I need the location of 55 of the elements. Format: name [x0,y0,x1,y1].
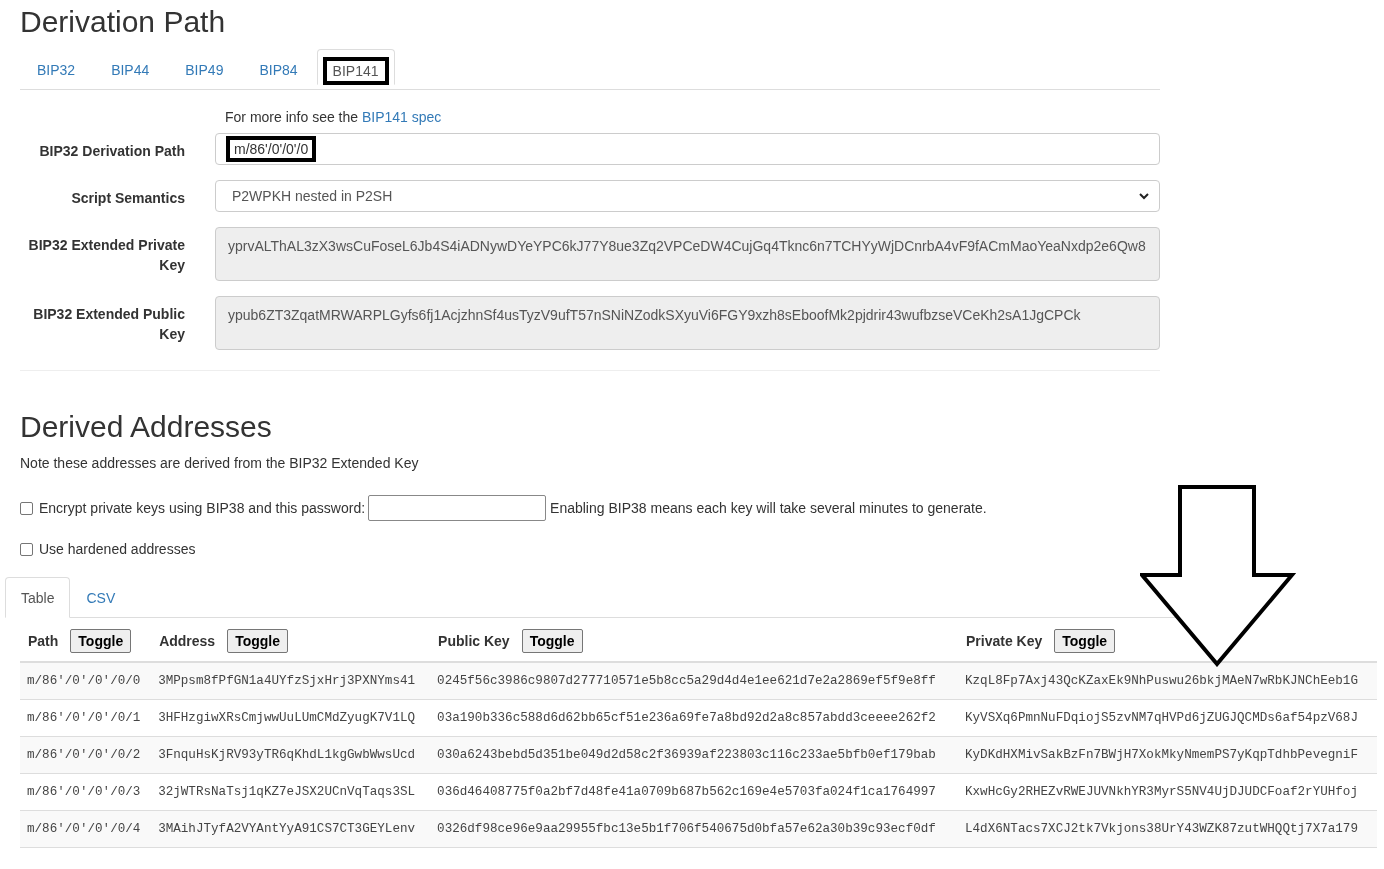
column-header: Public Key [438,633,510,649]
derivation-path-field[interactable]: m/86'/0'/0'/0 [215,133,1160,165]
view-tab[interactable]: CSV [70,577,132,617]
bip-tab[interactable]: BIP32 [20,49,93,91]
table-cell: m/86'/0'/0'/0/2 [20,736,152,774]
column-header: Address [159,633,216,649]
table-cell: KyVSXq6PmnNuFDqiojS5zvNM7qHVPd6jZUGJQCMDs6af54pzV68J [958,699,1377,737]
table-cell: 030a6243bebd5d351be049d2d58c2f36939af223803c116c233ae5bfb0ef179bab [430,736,958,774]
table-cell: L4dX6NTacs7XCJ2tk7Vkjons38UrY43WZK87zutWHQQtj7X7a179 [958,810,1377,848]
column-header: Private Key [966,633,1043,649]
hint-text: Enabling BIP38 means each key will take several minutes to generate. [550,500,987,516]
bip-tab[interactable]: BIP44 [94,49,167,91]
bip-tab[interactable]: BIP141 [316,49,395,85]
checkbox[interactable] [20,501,33,515]
table-cell: 3MAihJTyfA2VYAntYyA91CS7CT3GEYLenv [151,810,431,848]
table-cell: 0245f56c3986c9807d277710571e5b8cc5a29d4d4e1ee621d7e2a2869ef5f9e8ff [430,662,958,700]
toggle-button[interactable]: Toggle [521,629,583,653]
field-label: BIP32 Extended Public Key [32,305,186,344]
bip-tab[interactable]: BIP49 [168,49,241,91]
column-header: Path [28,633,59,649]
field-label: Script Semantics [70,189,186,208]
page-heading: Derivation Path [20,4,227,40]
script-semantics-select[interactable]: P2WPKH nested in P2SH [215,180,1160,212]
table-cell: 03a190b336c588d6d62bb65cf51e236a69fe7a8bd92d2a8c857abdd3ceeee262f2 [430,699,958,737]
table-cell: m/86'/0'/0'/0/3 [20,773,152,811]
section-heading: Derived Addresses [20,409,273,445]
extended-key-textarea[interactable]: ypub6ZT3ZqatMRWARPLGyfs6fj1AcjzhnSf4usTyzV9ufT57nSNiNZodkSXyuVi6FGY9xzh8sEboofMk2pjdrir43wufbzseVCeKh2sA1JgCPCk [215,296,1160,350]
table-cell: 036d46408775f0a2bf7d48fe41a0709b687b562c169e4e5703fa024f1ca1764997 [430,773,958,811]
table-cell: m/86'/0'/0'/0/4 [20,810,152,848]
table-cell: KzqL8Fp7Axj43QcKZaxEk9NhPuswu26bkjMAeN7wRbKJNChEeb1G [958,662,1377,700]
table-cell: KxwHcGy2RHEZvRWEJUVNkhYR3MyrS5NV4UjDJUDCFoaf2rYUHfoj [958,773,1377,811]
toggle-button[interactable]: Toggle [1054,629,1116,653]
view-tab[interactable]: Table [5,577,71,618]
note-text: Note these addresses are derived from the BIP32 Extended Key [20,455,420,471]
table-cell: 32jWTRsNaTsj1qKZ7eJSX2UCnVqTaqs3SL [151,773,431,811]
bip-tab[interactable]: BIP84 [242,49,315,91]
table-cell: 3MPpsm8fPfGN1a4UYfzSjxHrj3PXNYms41 [151,662,431,700]
checkbox-label: Use hardened addresses [39,541,196,557]
table-cell: 0326df98ce96e9aa29955fbc13e5b1f706f540675d0bfa57e62a30b39c93ecf0df [430,810,958,848]
spec-link[interactable]: BIP141 spec [361,109,442,125]
table-cell: KyDKdHXMivSakBzFn7BWjH7XokMkyNmemPS7yKqpTdhbPevegniF [958,736,1377,774]
checkbox-label: Encrypt private keys using BIP38 and this password: [39,500,366,516]
chevron-down-icon [1139,192,1149,200]
field-label: BIP32 Extended Private Key [27,236,186,275]
info-text: For more info see the BIP141 spec [224,108,442,125]
table-cell: m/86'/0'/0'/0/1 [20,699,152,737]
field-label: BIP32 Derivation Path [38,142,186,161]
checkbox[interactable] [20,542,33,556]
toggle-button[interactable]: Toggle [70,629,132,653]
password-field[interactable] [368,495,547,521]
table-cell: 3HFHzgiwXRsCmjwwUuLUmCMdZyugK7V1LQ [151,699,431,737]
extended-key-textarea[interactable]: yprvALThAL3zX3wsCuFoseL6Jb4S4iADNywDYeYPC6kJ77Y8ue3Zq2VPCeDW4CujGq4Tknc6n7TCHYyWjDCnrbA4vF9fACmMaoYeaNxdp2e6Qw8 [215,227,1160,281]
table-cell: 3FnquHsKjRV93yTR6qKhdL1kgGwbWwsUcd [151,736,431,774]
table-cell: m/86'/0'/0'/0/0 [20,662,152,700]
toggle-button[interactable]: Toggle [227,629,288,653]
